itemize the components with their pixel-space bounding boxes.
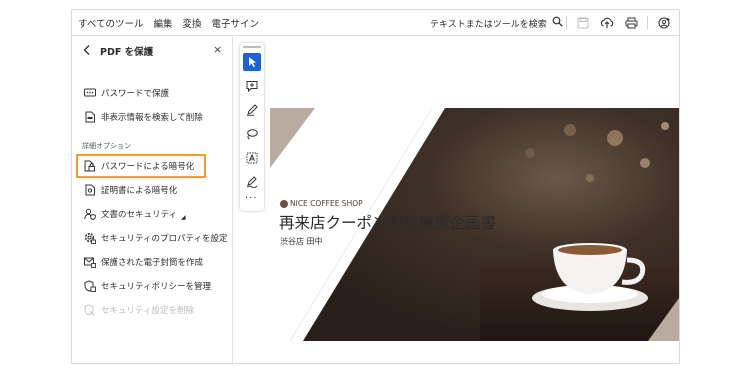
main-menu: すべてのツール 編集 変換 電子サイン <box>78 10 269 36</box>
remove-security-icon <box>84 304 96 316</box>
drag-handle[interactable] <box>243 46 261 48</box>
top-toolbar: すべてのツール 編集 変換 電子サイン テキストまたはツールを検索 <box>72 10 679 36</box>
signature-icon[interactable] <box>243 173 261 191</box>
menu-edit[interactable]: 編集 <box>153 16 172 30</box>
item-security-properties[interactable]: セキュリティのプロパティを設定 <box>84 229 227 247</box>
upload-icon[interactable] <box>599 15 615 31</box>
menu-e-sign[interactable]: 電子サイン <box>212 16 260 30</box>
user-shield-icon <box>84 208 96 220</box>
lock-doc-icon <box>84 160 96 172</box>
back-chevron-icon[interactable] <box>81 44 93 56</box>
divider <box>647 16 648 30</box>
item-certificate-encrypt[interactable]: 証明書による暗号化 <box>84 181 177 199</box>
password-icon <box>84 87 96 99</box>
panel-header: PDF を保護 × <box>72 37 232 64</box>
menu-convert[interactable]: 変換 <box>182 16 201 30</box>
document-subtitle: 渋谷店 田中 <box>280 237 323 246</box>
document-page: NICE COFFEE SHOP 再来店クーポン配信施策企画書 渋谷店 田中 <box>270 108 679 341</box>
protect-pdf-panel: PDF を保護 × パスワードで保護 非表示情報を検索して削除 詳細オプション … <box>72 37 233 363</box>
more-options-icon[interactable]: ··· <box>245 193 258 204</box>
search-icon[interactable] <box>552 16 563 30</box>
pen-icon[interactable] <box>243 101 261 119</box>
document-title: 再来店クーポン配信施策企画書 <box>279 214 497 232</box>
item-label: 非表示情報を検索して削除 <box>101 113 203 123</box>
envelope-lock-icon <box>84 256 96 268</box>
brand-text: NICE COFFEE SHOP <box>290 199 363 208</box>
item-remove-security: セキュリティ設定を削除 <box>84 301 194 319</box>
share-user-icon[interactable] <box>656 15 672 31</box>
comment-icon[interactable] <box>243 77 261 95</box>
item-password-encrypt[interactable]: パスワードによる暗号化 <box>84 157 194 175</box>
item-label: セキュリティ設定を削除 <box>101 306 194 316</box>
item-label: 文書のセキュリティ <box>101 210 177 220</box>
toolbar-icons <box>566 10 679 36</box>
menu-all-tools[interactable]: すべてのツール <box>78 16 143 30</box>
item-label: セキュリティポリシーを管理 <box>101 282 211 292</box>
divider <box>566 16 567 30</box>
coffee-logo-icon <box>280 199 288 208</box>
brand-label: NICE COFFEE SHOP <box>280 199 363 208</box>
item-secure-envelope[interactable]: 保護された電子封筒を作成 <box>84 253 203 271</box>
select-arrow-icon[interactable] <box>243 53 261 71</box>
print-icon[interactable] <box>623 15 639 31</box>
tool-search[interactable]: テキストまたはツールを検索 <box>430 10 563 36</box>
item-password-protect[interactable]: パスワードで保護 <box>84 84 169 102</box>
submenu-caret-icon: ◢ <box>181 213 186 221</box>
search-label: テキストまたはツールを検索 <box>430 19 547 30</box>
floating-toolbar: ··· <box>240 43 264 211</box>
close-icon[interactable]: × <box>213 43 222 56</box>
item-redact[interactable]: 非表示情報を検索して削除 <box>84 108 203 126</box>
app-window: すべてのツール 編集 変換 電子サイン テキストまたはツールを検索 PDF を保… <box>71 9 680 364</box>
section-label-advanced: 詳細オプション <box>82 142 131 150</box>
certificate-icon <box>84 184 96 196</box>
item-document-security[interactable]: 文書のセキュリティ ◢ <box>84 205 186 223</box>
text-box-icon[interactable] <box>243 149 261 167</box>
settings-lock-icon <box>84 232 96 244</box>
lasso-icon[interactable] <box>243 125 261 143</box>
item-security-policy[interactable]: セキュリティポリシーを管理 <box>84 277 211 295</box>
item-label: パスワードで保護 <box>101 89 170 99</box>
panel-title: PDF を保護 <box>100 47 154 58</box>
item-label: 保護された電子封筒を作成 <box>101 258 204 268</box>
item-label: セキュリティのプロパティを設定 <box>101 234 228 244</box>
item-label: 証明書による暗号化 <box>101 186 178 196</box>
save-icon[interactable] <box>575 15 591 31</box>
item-label: パスワードによる暗号化 <box>101 162 195 172</box>
document-viewer: NICE COFFEE SHOP 再来店クーポン配信施策企画書 渋谷店 田中 <box>234 37 679 363</box>
policy-icon <box>84 280 96 292</box>
redact-doc-icon <box>84 111 96 123</box>
